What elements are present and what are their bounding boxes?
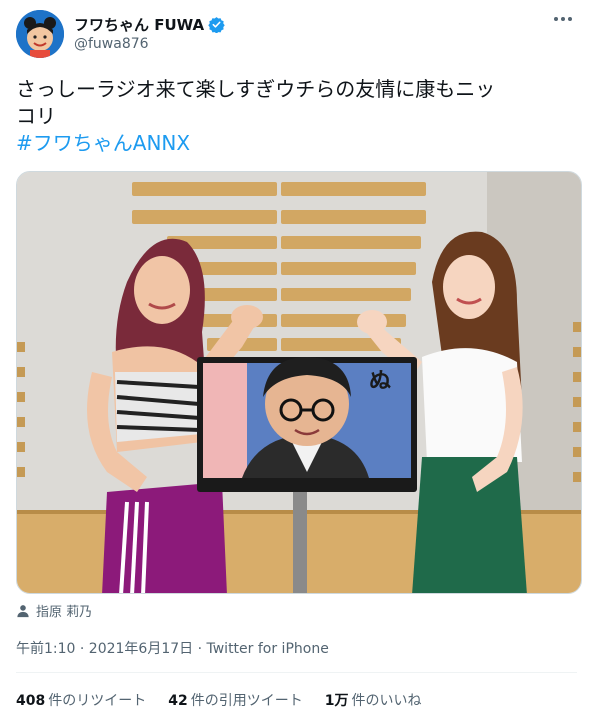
studio-photo-image: ぬ	[17, 172, 581, 593]
avatar-icon	[16, 10, 64, 58]
tweet-text: さっしーラジオ来て楽しすぎウチらの友情に康もニッ コリ #フワちゃんANNX	[16, 76, 577, 157]
person-icon	[17, 604, 29, 617]
divider	[16, 672, 577, 673]
tagged-user-name[interactable]: 指原 莉乃	[36, 601, 92, 620]
more-options-icon[interactable]	[549, 12, 577, 32]
likes-label: 件のいいね	[351, 693, 422, 709]
tweet-text-line: コリ	[16, 104, 56, 128]
tweet-header: フワちゃん FUWA @fuwa876	[16, 10, 577, 62]
avatar[interactable]	[16, 10, 64, 58]
quote-tweets-stat[interactable]: 42 件の引用ツイート	[168, 690, 302, 710]
author-handle[interactable]: @fuwa876	[74, 36, 149, 52]
retweets-count: 408	[16, 693, 46, 709]
tweet-photo[interactable]: ぬ	[16, 171, 582, 594]
tagged-user[interactable]: 指原 莉乃	[16, 601, 92, 620]
verified-badge-icon	[208, 17, 225, 33]
display-name[interactable]: フワちゃん FUWA	[74, 14, 204, 35]
retweets-stat[interactable]: 408 件のリツイート	[16, 690, 146, 710]
tweet-text-line: さっしーラジオ来て楽しすぎウチらの友情に康もニッ	[16, 77, 496, 101]
tweet-timestamp[interactable]: 午前1:10 · 2021年6月17日 · Twitter for iPhone	[16, 638, 329, 658]
likes-stat[interactable]: 1万 件のいいね	[325, 690, 422, 710]
author-name-row[interactable]: フワちゃん FUWA	[74, 14, 225, 35]
retweets-label: 件のリツイート	[48, 693, 147, 709]
hashtag-link[interactable]: #フワちゃんANNX	[16, 130, 577, 157]
tweet-stats: 408 件のリツイート 42 件の引用ツイート 1万 件のいいね	[16, 690, 421, 710]
monitor-text: ぬ	[369, 369, 391, 394]
likes-count: 1万	[324, 693, 349, 709]
quotes-count: 42	[168, 693, 188, 709]
quotes-label: 件の引用ツイート	[190, 693, 303, 709]
